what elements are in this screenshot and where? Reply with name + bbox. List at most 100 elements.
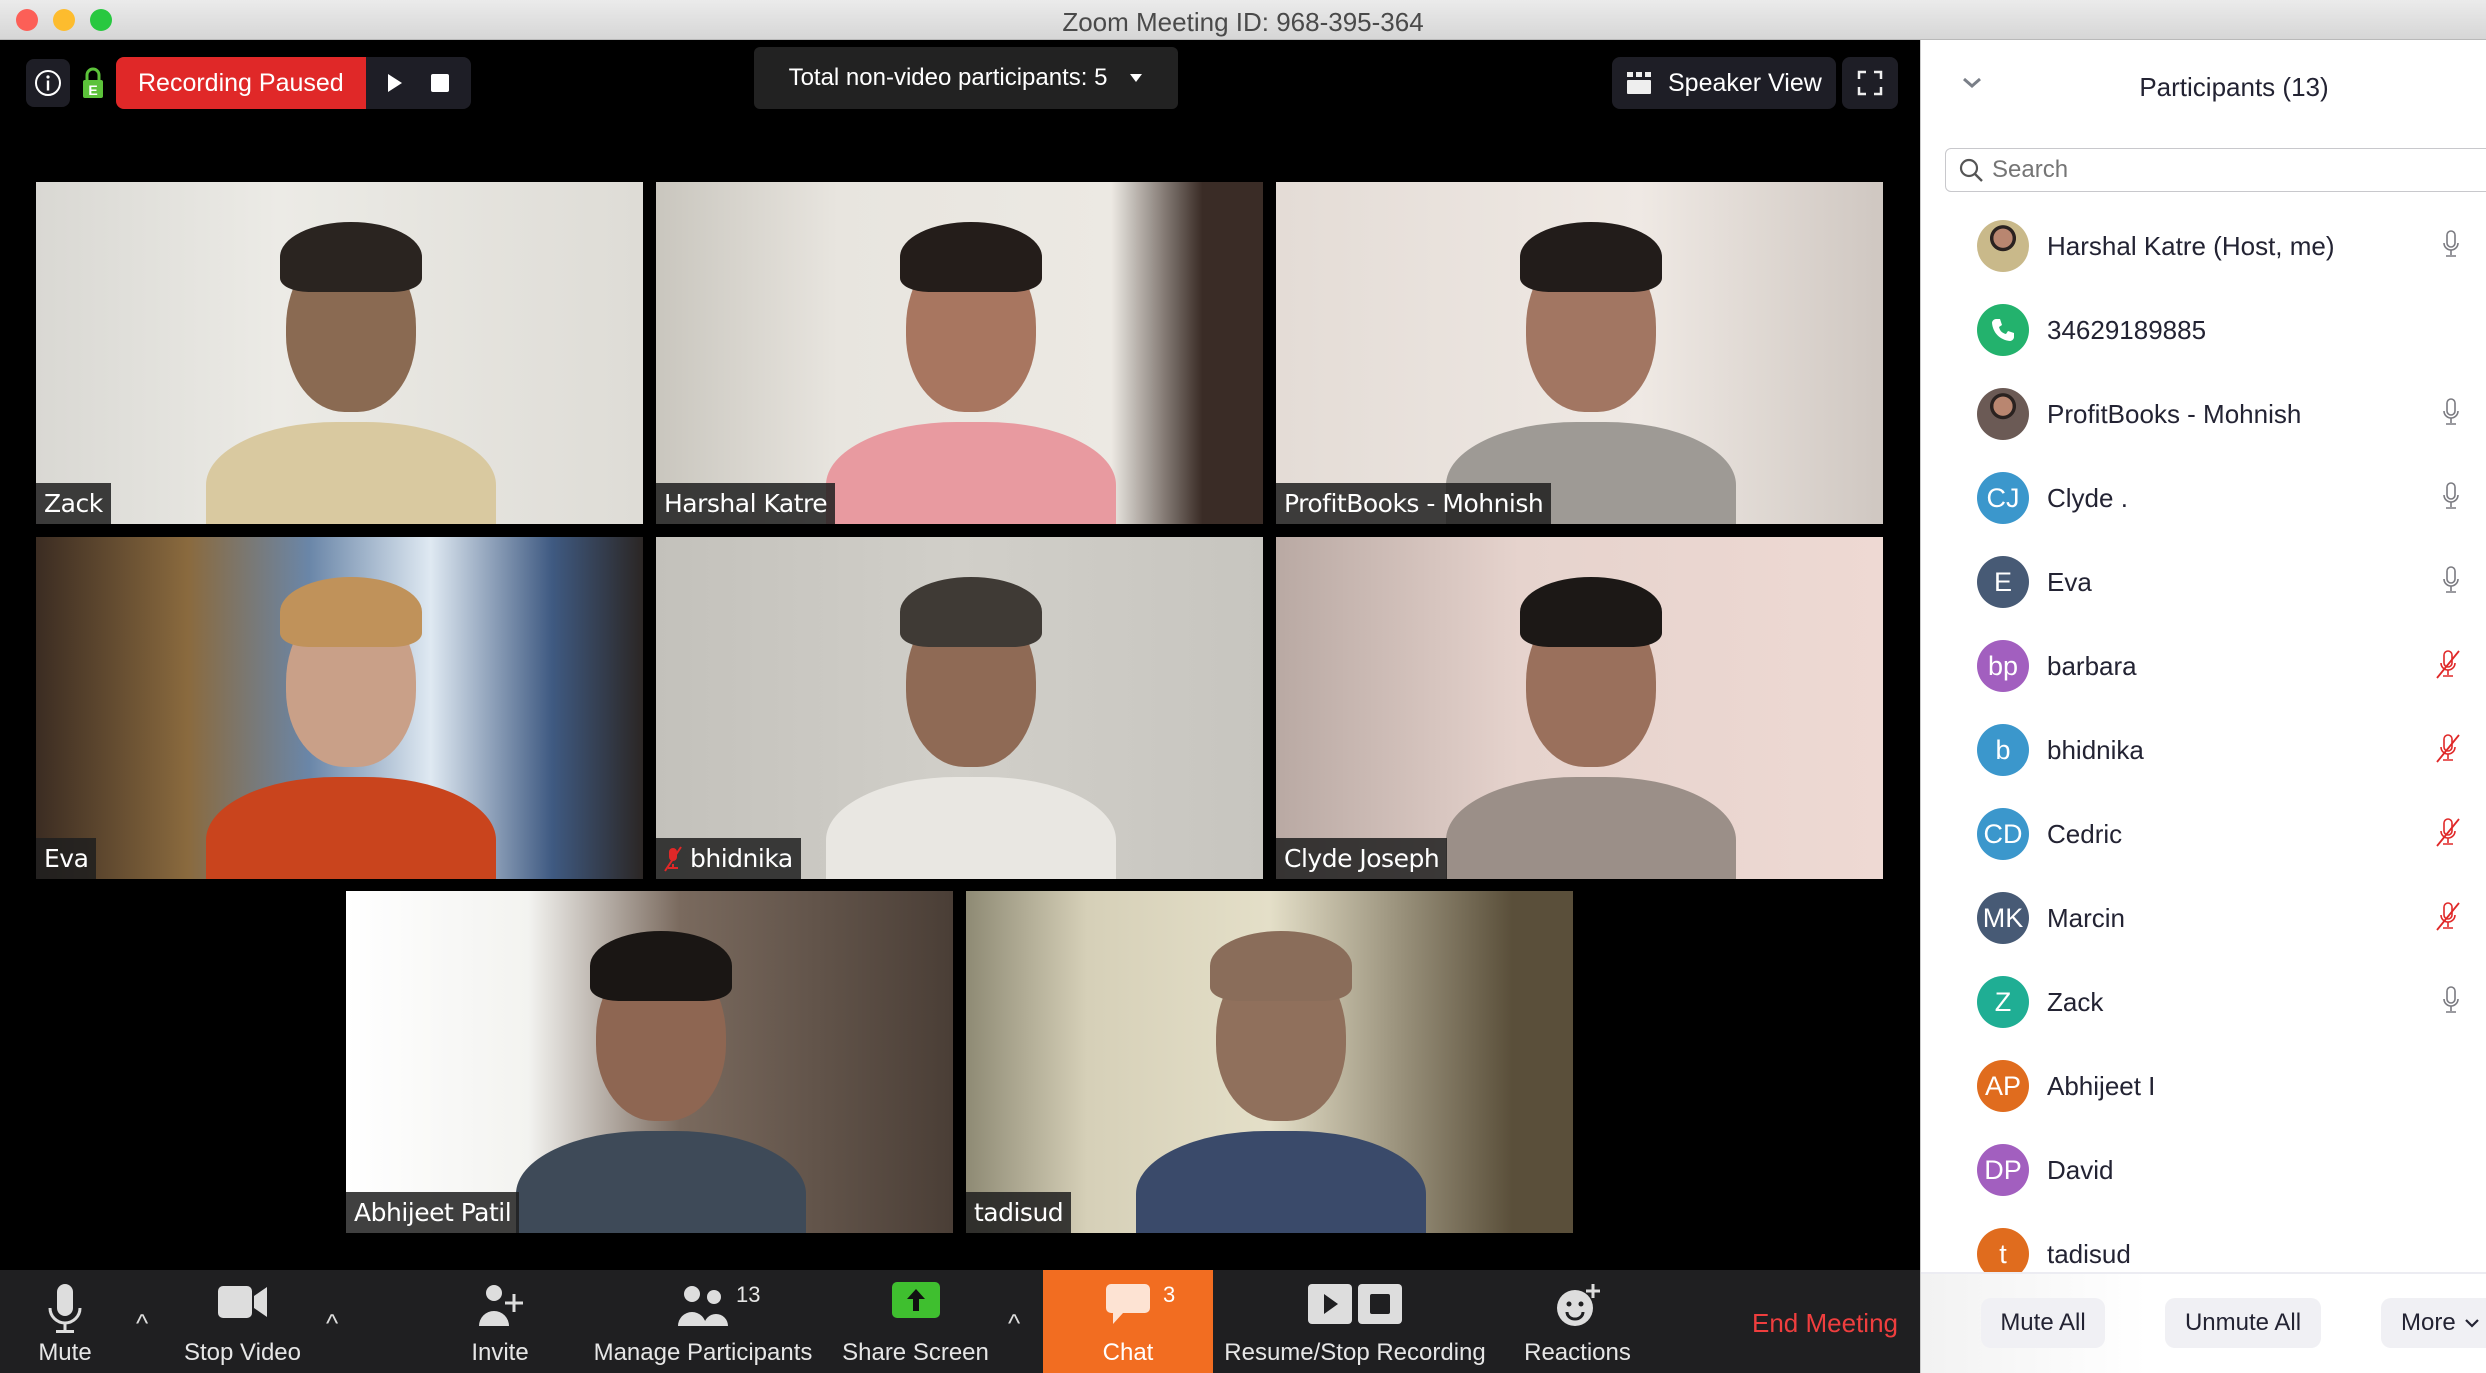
window-title: Zoom Meeting ID: 968-395-364 <box>1062 7 1424 37</box>
non-video-participants-dropdown[interactable]: Total non-video participants: 5 <box>754 47 1178 109</box>
avatar-initials: b <box>1977 724 2029 776</box>
video-tile[interactable]: Clyde Joseph <box>1276 537 1883 879</box>
video-name-tag: tadisud <box>966 1192 1072 1233</box>
video-tile[interactable]: ProfitBooks - Mohnish <box>1276 182 1883 524</box>
video-tile[interactable]: bhidnika <box>656 537 1263 879</box>
mute-label: Mute <box>38 1339 92 1366</box>
participant-row[interactable]: bp barbara <box>1921 624 2486 708</box>
avatar-initials: E <box>1977 556 2029 608</box>
share-screen-label: Share Screen <box>842 1339 989 1366</box>
mic-status[interactable] <box>2435 733 2461 768</box>
participant-row[interactable]: Harshal Katre (Host, me) <box>1921 204 2486 288</box>
participant-figure-hair <box>590 931 732 1001</box>
reactions-button[interactable]: Reactions <box>1510 1270 1645 1373</box>
participant-row[interactable]: E Eva <box>1921 540 2486 624</box>
participant-row[interactable]: ProfitBooks - Mohnish <box>1921 372 2486 456</box>
participant-row[interactable]: t tadisud <box>1921 1212 2486 1272</box>
video-name-label: Harshal Katre <box>664 489 828 518</box>
avatar-initials: CJ <box>1977 472 2029 524</box>
manage-participants-label: Manage Participants <box>593 1339 813 1366</box>
mic-status[interactable] <box>2441 229 2461 264</box>
participants-panel-footer: Mute All Unmute All More <box>1921 1272 2486 1373</box>
microphone-muted-icon <box>2436 817 2460 847</box>
participant-row[interactable]: AP Abhijeet I <box>1921 1044 2486 1128</box>
participant-row[interactable]: 34629189885 <box>1921 288 2486 372</box>
mic-status[interactable] <box>2435 901 2461 936</box>
resume-stop-recording-button[interactable]: Resume/Stop Recording <box>1220 1270 1490 1373</box>
reactions-emoji-icon <box>1556 1284 1600 1326</box>
participant-figure-body <box>1136 1131 1426 1233</box>
participant-figure-hair <box>900 577 1042 647</box>
video-name-label: Clyde Joseph <box>1284 844 1440 873</box>
microphone-icon <box>2443 565 2459 593</box>
video-tile[interactable]: Zack <box>36 182 643 524</box>
fullscreen-icon <box>1857 70 1883 96</box>
participant-figure-hair <box>900 222 1042 292</box>
avatar-phone <box>1977 304 2029 356</box>
video-name-label: bhidnika <box>690 844 793 873</box>
mic-status[interactable] <box>2441 985 2461 1020</box>
stop-recording-icon[interactable] <box>430 73 450 93</box>
participant-row[interactable]: CJ Clyde . <box>1921 456 2486 540</box>
invite-button[interactable]: Invite <box>450 1270 550 1373</box>
mute-all-label: Mute All <box>2000 1309 2086 1336</box>
search-input[interactable] <box>1992 156 2472 184</box>
microphone-icon <box>2443 481 2459 509</box>
recording-status: Recording Paused <box>116 57 366 109</box>
chat-label: Chat <box>1102 1339 1154 1366</box>
audio-options-caret[interactable]: ^ <box>136 1308 148 1339</box>
participant-search-field[interactable] <box>1945 148 2486 192</box>
participant-row[interactable]: DP David <box>1921 1128 2486 1212</box>
mic-status[interactable] <box>2441 565 2461 600</box>
speaker-view-button[interactable]: Speaker View <box>1612 57 1836 109</box>
chat-bubble-icon <box>1106 1284 1150 1324</box>
participant-figure-body <box>206 777 496 879</box>
avatar-photo <box>1977 388 2029 440</box>
stop-video-button[interactable]: Stop Video <box>170 1270 315 1373</box>
resume-recording-icon[interactable] <box>386 73 404 93</box>
participant-row[interactable]: MK Marcin <box>1921 876 2486 960</box>
video-name-label: tadisud <box>974 1198 1064 1227</box>
mic-status[interactable] <box>2435 817 2461 852</box>
participant-name: Cedric <box>2047 818 2123 849</box>
video-tile[interactable]: Eva <box>36 537 643 879</box>
participant-figure-hair <box>1210 931 1352 1001</box>
avatar-initials: AP <box>1977 1060 2029 1112</box>
avatar-initials: CD <box>1977 808 2029 860</box>
more-label: More <box>2401 1309 2456 1336</box>
avatar-initials: Z <box>1977 976 2029 1028</box>
video-tile[interactable]: tadisud <box>966 891 1573 1233</box>
mute-all-button[interactable]: Mute All <box>1981 1298 2105 1348</box>
manage-participants-button[interactable]: 13 Manage Participants <box>588 1270 818 1373</box>
end-meeting-button[interactable]: End Meeting <box>1752 1308 1898 1339</box>
video-tile[interactable]: Harshal Katre <box>656 182 1263 524</box>
video-name-tag: ProfitBooks - Mohnish <box>1276 483 1552 524</box>
unmute-all-button[interactable]: Unmute All <box>2165 1298 2321 1348</box>
mic-status[interactable] <box>2435 649 2461 684</box>
meeting-info-button[interactable] <box>26 59 70 107</box>
participant-row[interactable]: Z Zack <box>1921 960 2486 1044</box>
avatar-photo <box>1977 220 2029 272</box>
fullscreen-button[interactable] <box>1842 57 1898 109</box>
participant-figure-body <box>1446 777 1736 879</box>
more-button[interactable]: More <box>2381 1298 2486 1348</box>
participant-figure-hair <box>280 222 422 292</box>
chat-button[interactable]: 3 Chat <box>1043 1270 1213 1373</box>
video-options-caret[interactable]: ^ <box>326 1308 338 1339</box>
video-name-label: Eva <box>44 844 89 873</box>
participant-row[interactable]: CD Cedric <box>1921 792 2486 876</box>
mic-status[interactable] <box>2441 397 2461 432</box>
encryption-lock-icon: E <box>83 67 103 98</box>
window-titlebar: Zoom Meeting ID: 968-395-364 <box>0 0 2486 40</box>
recording-controls-icon <box>1308 1284 1402 1324</box>
share-options-caret[interactable]: ^ <box>1008 1308 1020 1339</box>
share-screen-button[interactable]: Share Screen <box>838 1270 993 1373</box>
participant-row[interactable]: b bhidnika <box>1921 708 2486 792</box>
video-name-tag: Clyde Joseph <box>1276 838 1448 879</box>
mic-status[interactable] <box>2441 481 2461 516</box>
share-screen-icon <box>891 1282 940 1318</box>
video-tile[interactable]: Abhijeet Patil <box>346 891 953 1233</box>
mute-button[interactable]: Mute <box>20 1270 110 1373</box>
video-name-label: Zack <box>44 489 103 518</box>
meeting-toolbar: Mute ^ Stop Video ^ Invite 13 Manage Par… <box>0 1270 1920 1373</box>
